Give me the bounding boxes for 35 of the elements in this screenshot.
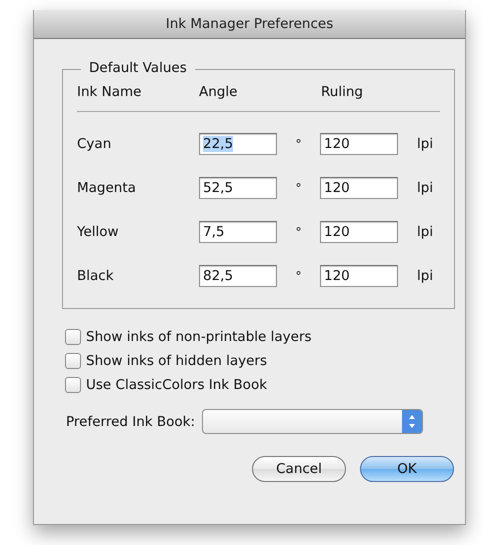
angle-field[interactable]: 7,5: [199, 221, 277, 243]
ink-name: Black: [77, 268, 115, 284]
column-header: Ink Name: [77, 84, 142, 100]
ruling-field[interactable]: 120: [320, 177, 398, 199]
ink-name: Yellow: [77, 224, 120, 240]
unit-label: lpi: [417, 268, 434, 284]
unit-label: lpi: [417, 180, 434, 196]
angle-field[interactable]: 82,5: [199, 265, 277, 287]
ink-name: Cyan: [77, 136, 112, 152]
ink-name: Magenta: [77, 180, 137, 196]
unit-label: lpi: [417, 224, 434, 240]
ruling-field[interactable]: 120: [320, 265, 398, 287]
unit-label: lpi: [417, 136, 434, 152]
degree-sign: °: [294, 269, 302, 283]
ruling-field[interactable]: 120: [320, 133, 398, 155]
column-header: Angle: [199, 84, 238, 100]
cancel-button[interactable]: Cancel: [252, 456, 346, 482]
ruling-field[interactable]: 120: [320, 221, 398, 243]
ink-book-popup[interactable]: [202, 409, 424, 434]
angle-field[interactable]: 52,5: [199, 177, 277, 199]
checkbox[interactable]: [65, 329, 81, 345]
checkbox[interactable]: [65, 353, 81, 369]
column-header: Ruling: [321, 84, 364, 100]
checkbox-label[interactable]: Show inks of hidden layers: [86, 353, 267, 369]
checkbox-label[interactable]: Show inks of non-printable layers: [86, 329, 312, 345]
field-label: Preferred Ink Book:: [66, 414, 196, 430]
window-title: Ink Manager Preferences: [34, 10, 465, 39]
checkbox[interactable]: [65, 377, 81, 393]
ok-button[interactable]: OK: [360, 456, 454, 482]
degree-sign: °: [294, 225, 302, 239]
checkbox-label[interactable]: Use ClassicColors Ink Book: [86, 377, 268, 393]
degree-sign: °: [294, 137, 302, 151]
angle-field[interactable]: 22,5: [199, 133, 277, 155]
degree-sign: °: [294, 181, 302, 195]
updown-icon: [402, 410, 422, 433]
